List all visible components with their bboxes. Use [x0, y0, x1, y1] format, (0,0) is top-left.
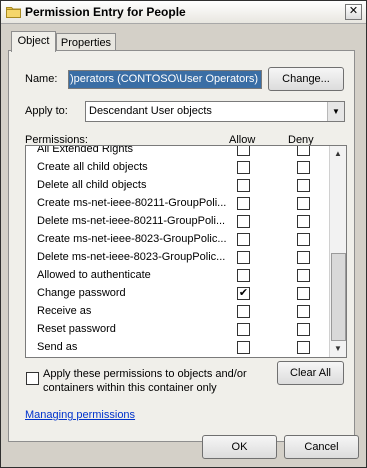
apply-inherit-label: Apply these permissions to objects and/o… [43, 367, 247, 395]
allow-checkbox[interactable] [237, 179, 250, 192]
permission-row: Create all child objects [26, 158, 328, 176]
folder-icon [6, 7, 21, 18]
permission-label: Delete ms-net-ieee-80211-GroupPoli... [37, 215, 226, 227]
deny-checkbox[interactable] [297, 197, 310, 210]
apply-inherit-line2: containers within this container only [43, 382, 217, 394]
title-bar: Permission Entry for People ✕ [1, 1, 366, 24]
permission-label: Delete all child objects [37, 179, 147, 191]
permission-label: Create all child objects [37, 161, 148, 173]
deny-checkbox[interactable] [297, 341, 310, 354]
permission-label: Create ms-net-ieee-80211-GroupPoli... [37, 197, 227, 209]
permission-label: Reset password [37, 323, 116, 335]
scrollbar-thumb[interactable] [331, 253, 346, 341]
allow-checkbox[interactable] [237, 233, 250, 246]
deny-checkbox[interactable] [297, 305, 310, 318]
permission-row: Delete ms-net-ieee-8023-GroupPolic... [26, 248, 328, 266]
name-label: Name: [25, 73, 58, 85]
allow-checkbox[interactable] [237, 146, 250, 156]
deny-checkbox[interactable] [297, 161, 310, 174]
deny-checkbox[interactable] [297, 215, 310, 228]
apply-to-select[interactable]: Descendant User objects ▼ [85, 101, 345, 122]
allow-checkbox[interactable] [237, 305, 250, 318]
apply-to-value: Descendant User objects [89, 105, 212, 117]
window-title: Permission Entry for People [25, 5, 186, 19]
allow-checkbox[interactable] [237, 269, 250, 282]
allow-checkbox[interactable] [237, 341, 250, 354]
permission-row: Send as [26, 338, 328, 356]
deny-checkbox[interactable] [297, 287, 310, 300]
allow-checkbox[interactable] [237, 161, 250, 174]
cancel-button[interactable]: Cancel [284, 435, 359, 459]
apply-inherit-line1: Apply these permissions to objects and/o… [43, 368, 247, 380]
permission-label: Send as [37, 341, 78, 353]
allow-checkbox[interactable] [237, 215, 250, 228]
apply-inherit-checkbox[interactable] [26, 372, 39, 385]
permission-row: Delete ms-net-ieee-80211-GroupPoli... [26, 212, 328, 230]
allow-checkbox[interactable] [237, 197, 250, 210]
allow-checkbox[interactable] [237, 251, 250, 264]
permission-label: Allowed to authenticate [37, 269, 151, 281]
scroll-down-icon[interactable]: ▼ [330, 341, 346, 357]
permission-label: All Extended Rights [37, 145, 133, 155]
permission-row: Change password ✔ [26, 284, 328, 302]
deny-checkbox[interactable] [297, 323, 310, 336]
permissions-list[interactable]: All Extended Rights Create all child obje… [25, 145, 347, 358]
tab-object[interactable]: Object [11, 31, 56, 52]
permission-row: Allowed to authenticate [26, 266, 328, 284]
permission-row: Create ms-net-ieee-80211-GroupPoli... [26, 194, 328, 212]
permission-row: Receive as [26, 302, 328, 320]
deny-checkbox[interactable] [297, 269, 310, 282]
clear-all-button[interactable]: Clear All [277, 361, 344, 385]
check-icon: ✔ [238, 287, 249, 299]
deny-checkbox[interactable] [297, 179, 310, 192]
name-field[interactable]: )perators (CONTOSO\User Operators) [68, 70, 262, 89]
deny-checkbox[interactable] [297, 251, 310, 264]
apply-to-label: Apply to: [25, 105, 68, 117]
scrollbar[interactable]: ▲ ▼ [329, 146, 346, 357]
deny-checkbox[interactable] [297, 146, 310, 156]
scroll-up-icon[interactable]: ▲ [330, 146, 346, 162]
permission-row: Delete all child objects [26, 176, 328, 194]
chevron-down-icon[interactable]: ▼ [327, 102, 344, 121]
permission-row: Reset password [26, 320, 328, 338]
permission-row: All Extended Rights [26, 145, 328, 158]
permission-entry-dialog: Permission Entry for People ✕ Object Pro… [0, 0, 367, 468]
allow-checkbox[interactable] [237, 323, 250, 336]
managing-permissions-link[interactable]: Managing permissions [25, 409, 135, 421]
change-button[interactable]: Change... [268, 67, 344, 91]
permission-row: Create ms-net-ieee-8023-GroupPolic... [26, 230, 328, 248]
permission-label: Delete ms-net-ieee-8023-GroupPolic... [37, 251, 226, 263]
deny-checkbox[interactable] [297, 233, 310, 246]
permission-label: Create ms-net-ieee-8023-GroupPolic... [37, 233, 227, 245]
ok-button[interactable]: OK [202, 435, 277, 459]
allow-checkbox[interactable]: ✔ [237, 287, 250, 300]
permission-label: Receive as [37, 305, 92, 317]
permission-label: Change password [37, 287, 126, 299]
close-button[interactable]: ✕ [345, 4, 362, 20]
